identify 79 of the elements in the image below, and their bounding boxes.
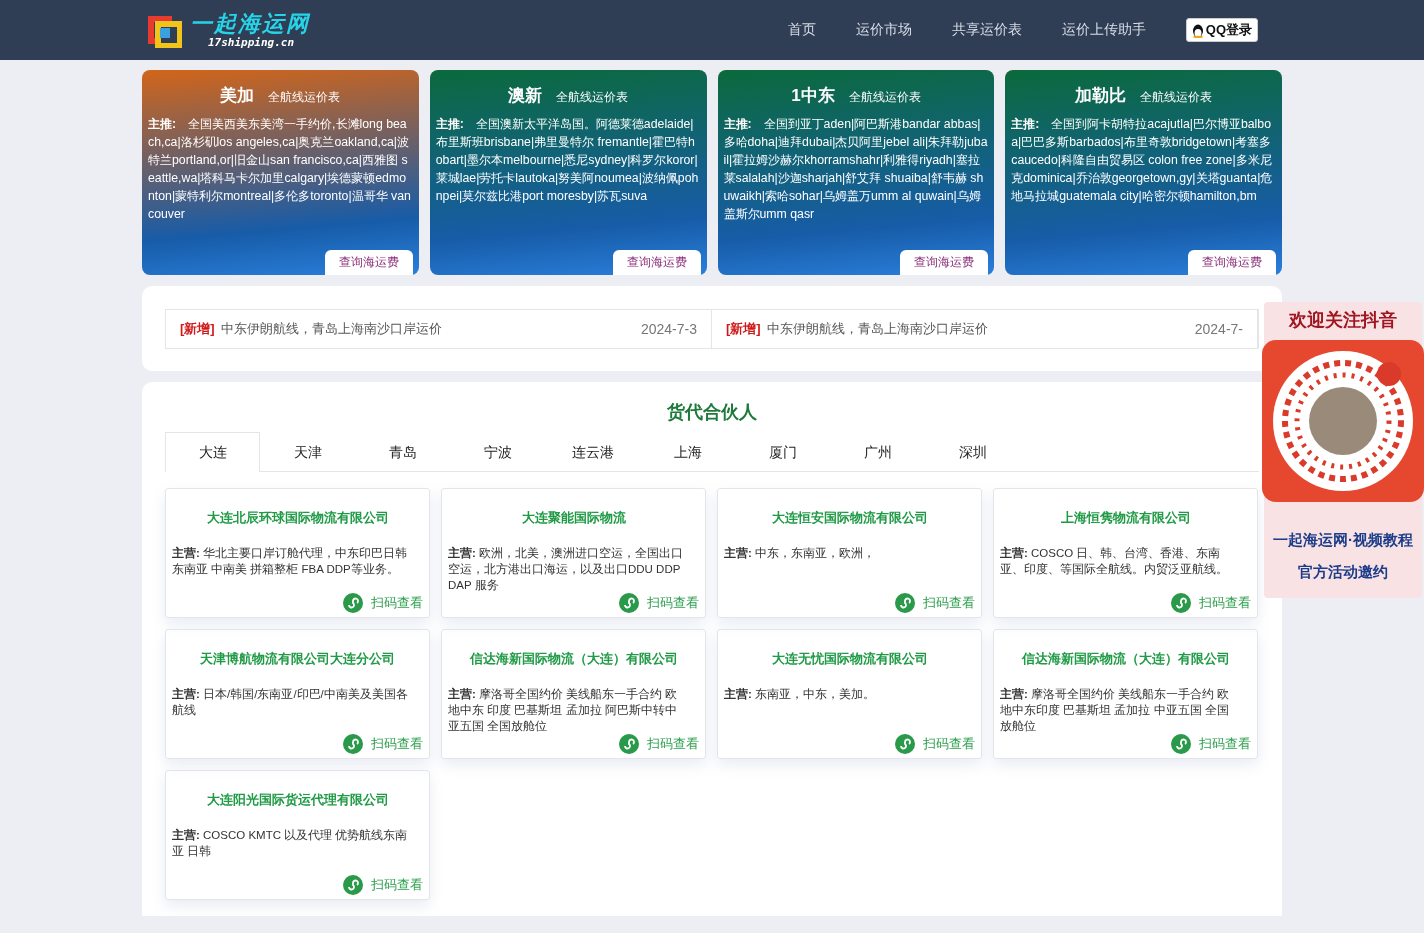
link-icon <box>343 875 363 895</box>
query-freight-button[interactable]: 查询海运费 <box>900 250 989 275</box>
news-date: 2024-7-3 <box>640 320 697 337</box>
scan-link[interactable]: 扫码查看 <box>895 593 975 613</box>
city-tab[interactable]: 深圳 <box>925 432 1020 472</box>
section-title: 货代合伙人 <box>666 401 758 424</box>
company-name: 大连北辰环球国际物流有限公司 <box>205 509 390 527</box>
scan-link[interactable]: 扫码查看 <box>1171 593 1251 613</box>
logo-domain: 17shipping.cn <box>208 35 296 49</box>
region-subtitle: 全航线运价表 <box>1140 89 1213 106</box>
company-business: 主营: 东南亚，中东，美加。 <box>724 686 877 702</box>
city-tab[interactable]: 上海 <box>640 432 735 472</box>
company-business: 主营: 日本/韩国/东南亚/印巴/中南美及美国各航线 <box>172 686 409 718</box>
company-business: 主营: 欧洲，北美，澳洲进口空运，全国出口空运，北方港出口海运，以及出口DDU DDP DAP 服务 <box>448 545 685 593</box>
link-icon <box>1171 734 1191 754</box>
route-description: 主推: 全国澳新太平洋岛国。阿德莱德adelaide|布里斯班brisbane|弗里曼特尔 fremantle|霍巴特hobart|墨尔本melbourne|悉尼sydney|科罗尔koror|莱城lae|劳托卡lautoka|努美阿noumea|波纳佩pohnpei|莫尔兹比港port moresby|苏瓦suva <box>435 116 700 205</box>
company-name: 大连恒安国际物流有限公司 <box>770 509 929 527</box>
region-title: 加勒比 <box>1075 85 1127 107</box>
company-business: 主营: 华北主要口岸订舱代理，中东印巴日韩东南亚 中南美 拼箱整柜 FBA DDP等业务。 <box>172 545 409 577</box>
link-icon <box>1171 593 1191 613</box>
scan-link[interactable]: 扫码查看 <box>895 734 975 754</box>
scan-link[interactable]: 扫码查看 <box>619 593 699 613</box>
city-tab[interactable]: 厦门 <box>735 432 830 472</box>
scan-link[interactable]: 扫码查看 <box>343 734 423 754</box>
region-subtitle: 全航线运价表 <box>848 89 921 106</box>
promo-title: 欢迎关注抖音 <box>1289 309 1397 332</box>
scan-link[interactable]: 扫码查看 <box>343 875 423 895</box>
scan-link[interactable]: 扫码查看 <box>619 734 699 754</box>
link-icon <box>895 593 915 613</box>
company-business: 主营: 中东，东南亚，欧洲， <box>724 545 877 561</box>
company-name: 信达海新国际物流（大连）有限公司 <box>468 650 679 668</box>
region-title: 1中东 <box>791 85 835 107</box>
company-name: 大连聚能国际物流 <box>520 509 627 527</box>
link-icon <box>343 734 363 754</box>
region-title: 澳新 <box>508 85 543 107</box>
city-tab[interactable]: 连云港 <box>545 432 640 472</box>
scan-link[interactable]: 扫码查看 <box>343 593 423 613</box>
company-business: 主营: 摩洛哥全国约价 美线船东一手合约 欧地中东 印度 巴基斯坦 孟加拉 阿巴斯中转中亚五国 全国放舱位 <box>448 686 679 734</box>
route-description: 主推: 全国到亚丁aden|阿巴斯港bandar abbas|多哈doha|迪拜dubai|杰贝阿里jebel ali|朱拜勒jubail|霍拉姆沙赫尔khorramshahr|利雅得riyadh|塞拉莱salalah|沙迦sharjah|舒艾拜 shuaiba|舒韦赫 shuwaikh|索哈sohar|乌姆盖万umm al quwain|乌姆盖斯尔umm qasr <box>723 116 989 223</box>
news-link[interactable]: 中东伊朗航线，青岛上海南沙口岸运价 <box>220 319 442 338</box>
news-link[interactable]: 中东伊朗航线，青岛上海南沙口岸运价 <box>766 319 988 338</box>
city-tab[interactable]: 广州 <box>830 432 925 472</box>
link-icon <box>343 593 363 613</box>
city-tab[interactable]: 大连 <box>165 432 260 472</box>
penguin-icon <box>1191 22 1204 38</box>
region-subtitle: 全航线运价表 <box>268 89 341 106</box>
route-description: 主推: 全国美西美东美湾一手约价,长滩long beach,ca|洛杉矶los angeles,ca|奥克兰oakland,ca|波特兰portland,or|旧金山san francisco,ca|西雅图 seattle,wa|塔科马卡尔加里calgary|埃德蒙顿edmonton|蒙特利尔montreal|多伦多toronto|温哥华 vancouver <box>148 116 412 223</box>
scan-link[interactable]: 扫码查看 <box>1171 734 1251 754</box>
company-name: 大连无忧国际物流有限公司 <box>770 650 929 668</box>
news-date: 2024-7- <box>1194 320 1243 337</box>
nav-link[interactable]: 共享运价表 <box>951 21 1022 39</box>
link-icon <box>619 734 639 754</box>
link-icon <box>895 734 915 754</box>
query-freight-button[interactable]: 查询海运费 <box>612 250 701 275</box>
news-tag: [新增] <box>180 319 215 338</box>
query-freight-button[interactable]: 查询海运费 <box>1188 250 1276 275</box>
company-business: 主营: COSCO 日、韩、台湾、香港、东南亚、印度、等国际全航线。内贸泛亚航线。 <box>1000 545 1229 577</box>
nav-link[interactable]: 首页 <box>787 21 816 39</box>
logo-title: 一起海运网 <box>190 11 310 36</box>
city-tab[interactable]: 天津 <box>260 432 355 472</box>
company-business: 主营: 摩洛哥全国约价 美线船东一手合约 欧地中东印度 巴基斯坦 孟加拉 中亚五国 全国放舱位 <box>1000 686 1231 734</box>
nav-link[interactable]: 运价市场 <box>855 21 912 39</box>
company-name: 大连阳光国际货运代理有限公司 <box>205 791 390 809</box>
promo-text: 一起海运网·视频教程 <box>1273 530 1413 550</box>
qq-login-button[interactable]: QQ登录 <box>1185 18 1258 42</box>
route-description: 主推: 全国到阿卡胡特拉acajutla|巴尔博亚balboa|巴巴多斯barbados|布里奇敦bridgetown|考塞多caucedo|科隆自由贸易区 colon free zone|多米尼克dominica|乔治敦georgetown,gy|关塔guanta|危地马拉城guatemala city|哈密尔顿hamilton,bm <box>1011 116 1274 205</box>
company-name: 信达海新国际物流（大连）有限公司 <box>1020 650 1231 668</box>
company-business: 主营: COSCO KMTC 以及代理 优势航线东南亚 日韩 <box>172 827 409 859</box>
promo-text: 官方活动邀约 <box>1298 562 1388 582</box>
query-freight-button[interactable]: 查询海运费 <box>324 250 413 275</box>
city-tab[interactable]: 宁波 <box>450 432 545 472</box>
region-title: 美加 <box>220 85 255 107</box>
city-tab[interactable]: 青岛 <box>355 432 450 472</box>
nav-link[interactable]: 运价上传助手 <box>1061 21 1146 39</box>
news-tag: [新增] <box>726 319 761 338</box>
company-name: 天津博航物流有限公司大连分公司 <box>199 650 396 668</box>
link-icon <box>619 593 639 613</box>
region-subtitle: 全航线运价表 <box>556 89 629 106</box>
company-name: 上海恒隽物流有限公司 <box>1059 509 1192 527</box>
